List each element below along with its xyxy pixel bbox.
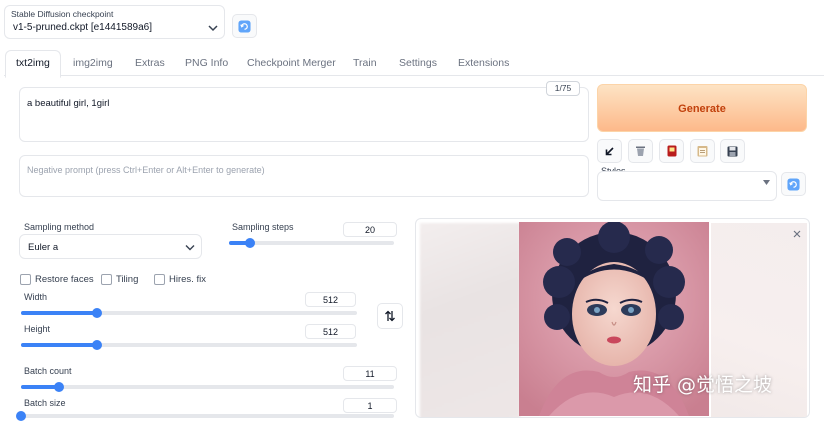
- tab-settings[interactable]: Settings: [389, 51, 447, 75]
- sampling-steps-slider[interactable]: [229, 238, 394, 248]
- hires-fix-checkbox[interactable]: [154, 274, 165, 285]
- slider-thumb[interactable]: [91, 340, 102, 350]
- swap-dimensions-button[interactable]: [377, 303, 403, 329]
- read-params-button[interactable]: [597, 139, 622, 163]
- tab-img2img[interactable]: img2img: [63, 51, 123, 75]
- styles-dropdown[interactable]: [597, 171, 777, 201]
- prompt-text: a beautiful girl, 1girl: [27, 98, 110, 109]
- tab-extensions[interactable]: Extensions: [448, 51, 519, 75]
- restore-faces-checkbox[interactable]: [20, 274, 31, 285]
- tiling-checkbox[interactable]: [101, 274, 112, 285]
- slider-thumb[interactable]: [91, 308, 102, 318]
- tab-png-info[interactable]: PNG Info: [175, 51, 238, 75]
- sampling-steps-label: Sampling steps: [232, 222, 294, 232]
- generate-button[interactable]: Generate: [597, 84, 807, 132]
- batch-count-slider[interactable]: [21, 382, 394, 392]
- clear-prompt-button[interactable]: [628, 139, 653, 163]
- slider-thumb[interactable]: [53, 382, 64, 392]
- refresh-styles-button[interactable]: [781, 172, 806, 196]
- refresh-checkpoint-button[interactable]: [232, 14, 257, 38]
- save-style-button[interactable]: [720, 139, 745, 163]
- width-slider[interactable]: [21, 308, 357, 318]
- slider-fill: [21, 343, 97, 347]
- refresh-icon: [238, 19, 251, 33]
- slider-fill: [21, 311, 97, 315]
- slider-thumb[interactable]: [16, 411, 26, 421]
- checkpoint-value: v1-5-pruned.ckpt [e1441589a6]: [13, 22, 152, 33]
- batch-size-slider[interactable]: [16, 411, 394, 421]
- tab-bar-border: [4, 75, 824, 76]
- batch-size-input[interactable]: 1: [343, 398, 397, 413]
- tiling-label: Tiling: [116, 274, 139, 285]
- close-icon[interactable]: [793, 230, 801, 238]
- watermark-text: 知乎 @觉悟之坡: [633, 374, 773, 396]
- tab-extras[interactable]: Extras: [125, 51, 175, 75]
- slider-thumb[interactable]: [245, 238, 256, 248]
- chevron-down-icon: [185, 245, 195, 251]
- tab-txt2img[interactable]: txt2img: [5, 50, 61, 78]
- width-label: Width: [24, 292, 48, 302]
- checkpoint-dropdown[interactable]: Stable Diffusion checkpoint v1-5-pruned.…: [4, 5, 225, 39]
- swap-icon: [385, 310, 395, 322]
- batch-size-label: Batch size: [24, 398, 66, 408]
- sampling-method-label: Sampling method: [24, 222, 95, 232]
- prompt-textarea[interactable]: a beautiful girl, 1girl: [19, 87, 589, 142]
- negative-prompt-placeholder: Negative prompt (press Ctrl+Enter or Alt…: [27, 165, 265, 175]
- height-slider[interactable]: [21, 340, 357, 350]
- chevron-down-icon: [763, 180, 770, 185]
- height-input[interactable]: 512: [305, 324, 356, 339]
- generate-label: Generate: [678, 103, 726, 115]
- negative-prompt-textarea[interactable]: Negative prompt (press Ctrl+Enter or Alt…: [19, 155, 589, 197]
- extra-networks-button[interactable]: [659, 139, 684, 163]
- height-label: Height: [24, 324, 51, 334]
- trash-icon: [636, 146, 645, 156]
- token-counter: 1/75: [546, 81, 580, 96]
- batch-count-input[interactable]: 11: [343, 366, 397, 381]
- apply-style-button[interactable]: [690, 139, 715, 163]
- clipboard-icon: [697, 146, 708, 157]
- sampling-steps-input[interactable]: 20: [343, 222, 397, 237]
- refresh-icon: [787, 177, 800, 191]
- hires-fix-label: Hires. fix: [169, 274, 206, 285]
- chevron-down-icon: [208, 25, 218, 32]
- checkpoint-label: Stable Diffusion checkpoint: [11, 9, 114, 19]
- batch-count-label: Batch count: [24, 366, 72, 376]
- sampling-method-dropdown[interactable]: Euler a: [19, 234, 202, 259]
- sampling-method-value: Euler a: [28, 242, 59, 253]
- save-icon: [727, 146, 738, 156]
- blurred-thumbnail-left: [420, 223, 520, 417]
- red-card-icon: [667, 145, 676, 157]
- restore-faces-label: Restore faces: [35, 274, 94, 285]
- width-input[interactable]: 512: [305, 292, 356, 307]
- tab-checkpoint-merger[interactable]: Checkpoint Merger: [237, 51, 346, 75]
- arrow-down-left-icon: [605, 146, 614, 155]
- tab-train[interactable]: Train: [343, 51, 387, 75]
